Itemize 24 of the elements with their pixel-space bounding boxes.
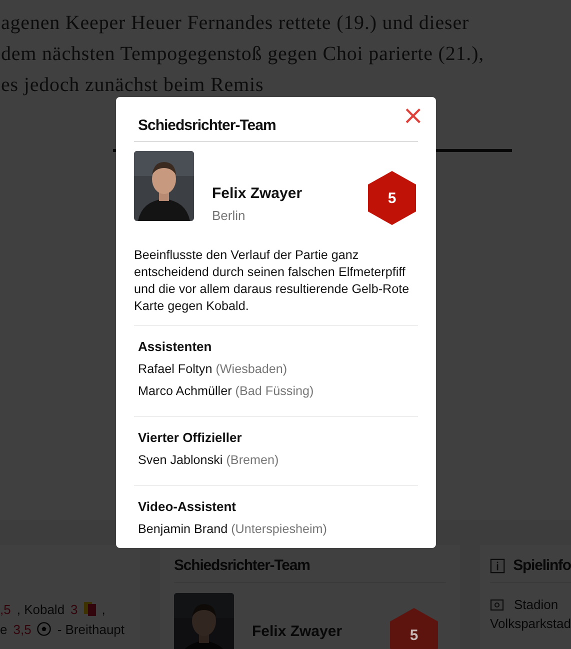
official-entry: Sven Jablonski (Bremen) <box>138 452 280 469</box>
close-button[interactable]: × <box>400 103 426 129</box>
player-name: , <box>102 602 106 616</box>
official-entry: Marco Achmüller (Bad Füssing) <box>138 383 315 400</box>
section-heading: Assistenten <box>138 338 213 356</box>
player-name: - Breithaupt <box>57 622 125 636</box>
player-name: , Kobald <box>16 602 65 616</box>
modal-title: Schiedsrichter-Team <box>137 117 276 136</box>
info-label: Stadion <box>514 597 558 612</box>
section-heading: Vierter Offizieller <box>138 429 243 447</box>
referee-name: Felix Zwayer <box>252 623 342 640</box>
player-grade: 3,5 <box>13 622 32 636</box>
description: Beeinflusste den Verlauf der Partie ganz entscheidend durch seinen falschen Elfmeterpfiff und die vor allem daraus resultierende Gelb-Rote Karte gegen Kobald. <box>134 247 410 315</box>
card-title: Spielinfo <box>513 557 571 574</box>
player-grade: ,5 <box>0 602 11 616</box>
grade-badge: 5 <box>368 171 416 225</box>
official-entry: Benjamin Brand (Unterspiesheim) <box>138 521 328 538</box>
info-value: Volksparkstad <box>490 616 571 631</box>
section-heading: Video-Assistent <box>138 498 238 516</box>
referee-city: Berlin <box>212 208 246 223</box>
player-name: e <box>0 622 8 636</box>
official-entry: Rafael Foltyn (Wiesbaden) <box>138 361 288 378</box>
player-grade: 3 <box>70 602 78 616</box>
referee-name: Felix Zwayer <box>212 185 302 202</box>
